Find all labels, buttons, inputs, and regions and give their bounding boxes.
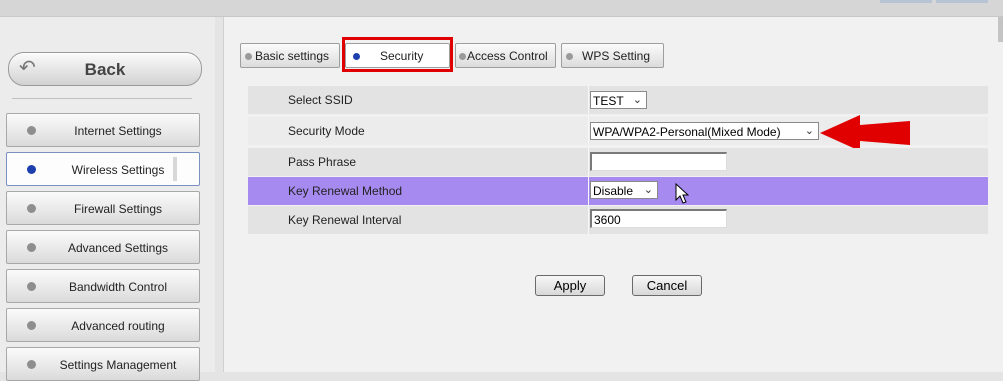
item-divider — [173, 157, 177, 181]
apply-button[interactable]: Apply — [535, 275, 605, 296]
status-dot-icon — [27, 360, 36, 369]
sidebar-item-label: Settings Management — [59, 358, 177, 372]
row-divider — [588, 117, 589, 145]
chevron-down-icon: ⌄ — [632, 94, 642, 106]
sidebar-item-label: Bandwidth Control — [68, 280, 168, 294]
annotation-highlight-box — [342, 37, 453, 72]
sidebar-item-label: Advanced routing — [71, 319, 165, 333]
sidebar-item-wireless-settings[interactable]: Wireless Settings — [6, 152, 200, 186]
red-arrow-icon — [820, 115, 910, 151]
tab-access-control[interactable]: Access Control — [455, 43, 556, 68]
tab-label: Basic settings — [255, 49, 330, 63]
key-renewal-method-value: Disable — [593, 184, 634, 198]
chevron-down-icon: ⌄ — [804, 125, 814, 137]
select-ssid-label: Select SSID — [288, 93, 353, 107]
sidebar-item-advanced-settings[interactable]: Advanced Settings — [6, 230, 200, 264]
top-bar — [0, 0, 1003, 17]
row-divider — [588, 206, 589, 234]
active-dot-icon — [27, 165, 36, 174]
key-renewal-interval-value: 3600 — [594, 213, 621, 227]
sidebar-item-internet-settings[interactable]: Internet Settings — [6, 113, 200, 147]
key-renewal-method-select[interactable]: Disable ⌄ — [590, 181, 658, 199]
status-dot-icon — [27, 321, 36, 330]
chevron-down-icon: ⌄ — [643, 184, 653, 196]
security-mode-value: WPA/WPA2-Personal(Mixed Mode) — [593, 125, 781, 139]
tab-wps-setting[interactable]: WPS Setting — [561, 43, 664, 68]
tab-label: Access Control — [467, 49, 548, 63]
ssid-select[interactable]: TEST ⌄ — [590, 91, 647, 109]
back-button[interactable]: ↶ Back — [8, 52, 202, 86]
mouse-cursor-icon — [675, 183, 690, 204]
tab-basic-settings[interactable]: Basic settings — [240, 43, 340, 68]
status-dot-icon — [27, 204, 36, 213]
tab-dot-icon — [459, 53, 466, 60]
status-dot-icon — [27, 282, 36, 291]
pass-phrase-label: Pass Phrase — [288, 155, 357, 169]
security-mode-select[interactable]: WPA/WPA2-Personal(Mixed Mode) ⌄ — [590, 122, 819, 140]
sidebar-divider — [12, 98, 192, 99]
top-bar-stub — [880, 0, 932, 3]
status-dot-icon — [27, 243, 36, 252]
pass-phrase-input[interactable] — [590, 152, 727, 171]
row-divider — [588, 177, 589, 205]
security-mode-label: Security Mode — [288, 124, 365, 138]
row-divider — [588, 148, 589, 176]
sidebar-item-firewall-settings[interactable]: Firewall Settings — [6, 191, 200, 225]
back-button-label: Back — [84, 60, 126, 79]
sidebar-item-settings-management[interactable]: Settings Management — [6, 347, 200, 381]
cancel-button[interactable]: Cancel — [632, 275, 702, 296]
sidebar-item-label: Firewall Settings — [73, 202, 163, 216]
key-renewal-method-label: Key Renewal Method — [288, 184, 403, 198]
top-bar-stub — [936, 0, 988, 3]
key-renewal-interval-label: Key Renewal Interval — [288, 213, 402, 227]
status-dot-icon — [27, 126, 36, 135]
row-divider — [588, 86, 589, 114]
tab-dot-icon — [245, 53, 252, 60]
scrollbar[interactable] — [998, 17, 1003, 42]
tab-dot-icon — [566, 53, 573, 60]
sidebar-item-label: Advanced Settings — [67, 241, 169, 255]
sidebar-item-bandwidth-control[interactable]: Bandwidth Control — [6, 269, 200, 303]
tab-label: WPS Setting — [582, 49, 651, 63]
sidebar-item-label: Internet Settings — [74, 124, 162, 138]
key-renewal-interval-input[interactable]: 3600 — [590, 209, 727, 228]
ssid-select-value: TEST — [593, 94, 624, 108]
sidebar-item-advanced-routing[interactable]: Advanced routing — [6, 308, 200, 342]
